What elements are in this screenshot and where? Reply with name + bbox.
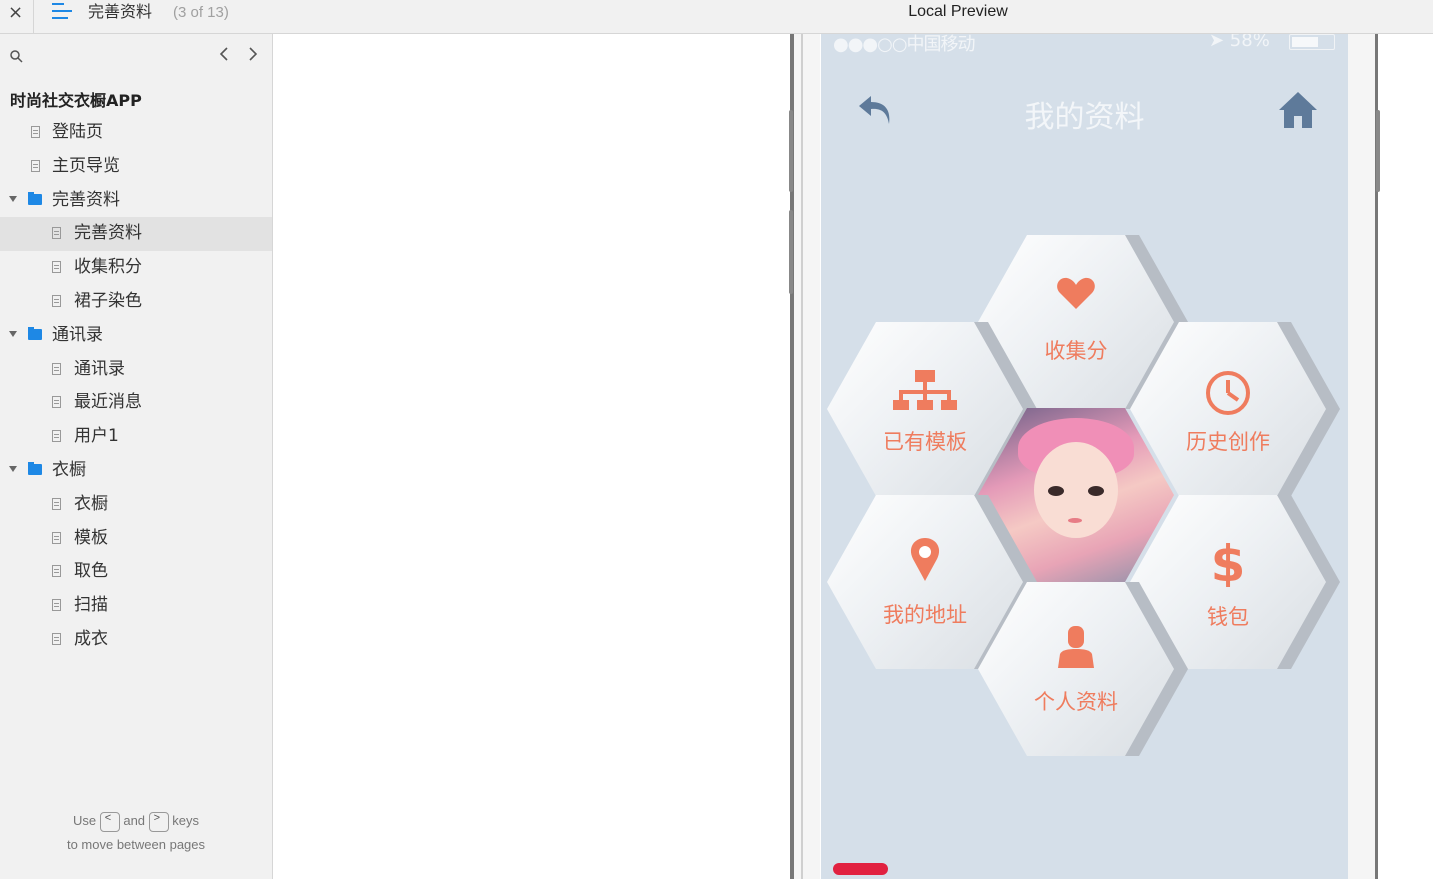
user-icon bbox=[1058, 626, 1094, 668]
search-icon[interactable] bbox=[10, 50, 23, 63]
folder-icon bbox=[28, 461, 42, 475]
menu-label: 个人资料 bbox=[1034, 690, 1118, 714]
phone-side-button bbox=[1376, 110, 1380, 192]
caret-down-icon[interactable] bbox=[9, 195, 17, 202]
tree-item-label: 最近消息 bbox=[74, 392, 142, 413]
status-bar: ●●●○○中国移动 ➤ 58% bbox=[821, 34, 1348, 55]
carrier-signal: ●●●○○中国移动 bbox=[833, 34, 976, 55]
tree-page-item[interactable]: 收集积分 bbox=[0, 251, 272, 285]
search-row bbox=[0, 34, 272, 78]
tree-item-label: 用户1 bbox=[74, 426, 119, 447]
heart-icon bbox=[1057, 277, 1095, 309]
tree-page-item[interactable]: 裙子染色 bbox=[0, 285, 272, 319]
menu-label: 已有模板 bbox=[883, 430, 967, 454]
tree-item-label: 取色 bbox=[74, 561, 108, 582]
caret-down-icon[interactable] bbox=[9, 465, 17, 472]
page-icon bbox=[52, 227, 61, 240]
menu-label: 历史创作 bbox=[1186, 430, 1270, 454]
top-toolbar: × 完善资料 (3 of 13) Local Preview bbox=[0, 0, 1433, 34]
page-indicator bbox=[833, 863, 888, 875]
tree-page-item[interactable]: 衣橱 bbox=[0, 488, 272, 522]
sitemap-icon bbox=[893, 370, 957, 410]
tree-page-item[interactable]: 成衣 bbox=[0, 623, 272, 657]
page-icon bbox=[52, 531, 61, 544]
phone-screen: ●●●○○中国移动 ➤ 58% 我的资料 收集分 已有模板 历史创作 我的地址 … bbox=[821, 34, 1348, 879]
tree-page-item[interactable]: 登陆页 bbox=[0, 116, 272, 150]
phone-bezel-left bbox=[790, 34, 820, 879]
page-icon bbox=[52, 599, 61, 612]
folder-icon bbox=[28, 191, 42, 205]
chevron-left-icon[interactable] bbox=[218, 46, 230, 62]
tree-item-label: 成衣 bbox=[74, 628, 108, 649]
page-icon bbox=[31, 159, 40, 172]
tree-item-label: 扫描 bbox=[74, 595, 108, 616]
project-title: 时尚社交衣橱APP bbox=[10, 91, 142, 110]
tree-item-label: 衣橱 bbox=[52, 459, 86, 480]
phone-side-button bbox=[789, 210, 793, 294]
tree-item-label: 衣橱 bbox=[74, 493, 108, 514]
map-pin-icon bbox=[910, 538, 940, 581]
dollar-icon: $ bbox=[1211, 535, 1246, 587]
tree-item-label: 主页导览 bbox=[52, 155, 120, 176]
preview-title: Local Preview bbox=[908, 3, 1008, 20]
tree-page-item[interactable]: 最近消息 bbox=[0, 386, 272, 420]
tree-page-item[interactable]: 扫描 bbox=[0, 589, 272, 623]
hint-text: and bbox=[123, 813, 146, 828]
tree-item-label: 登陆页 bbox=[52, 122, 103, 142]
tree-page-item-selected[interactable]: 完善资料 bbox=[0, 217, 272, 252]
page-icon bbox=[52, 362, 61, 375]
page-icon bbox=[52, 632, 61, 645]
phone-bezel-right bbox=[1348, 34, 1378, 879]
tree-item-label: 通讯录 bbox=[74, 358, 125, 379]
hint-text: to move between pages bbox=[66, 837, 206, 852]
hint-text: keys bbox=[172, 813, 200, 828]
tree-item-label: 收集积分 bbox=[74, 257, 142, 278]
tree-page-item[interactable]: 用户1 bbox=[0, 420, 272, 454]
svg-text:$: $ bbox=[1211, 535, 1246, 587]
clock-icon bbox=[1206, 371, 1250, 415]
hex-profile[interactable]: 个人资料 bbox=[978, 582, 1188, 756]
tree-item-label: 模板 bbox=[74, 527, 108, 548]
page-icon bbox=[52, 565, 61, 578]
page-tree: 登陆页 主页导览 完善资料 完善资料 收集积分 裙子染色 通讯录 通讯录 最近消… bbox=[0, 116, 272, 657]
hint-text: Use bbox=[72, 813, 97, 828]
key-next-icon: > bbox=[148, 811, 169, 832]
tree-page-item[interactable]: 模板 bbox=[0, 522, 272, 556]
page-icon bbox=[52, 261, 61, 274]
tree-folder-item[interactable]: 完善资料 bbox=[0, 184, 272, 218]
caret-down-icon[interactable] bbox=[9, 330, 17, 337]
folder-icon bbox=[28, 326, 42, 340]
phone-side-button bbox=[789, 110, 793, 192]
battery-icon bbox=[1289, 34, 1335, 50]
tree-page-item[interactable]: 主页导览 bbox=[0, 150, 272, 184]
tree-page-item[interactable]: 通讯录 bbox=[0, 353, 272, 387]
tree-item-label: 完善资料 bbox=[74, 223, 142, 244]
page-icon bbox=[52, 294, 61, 307]
key-prev-icon: < bbox=[99, 811, 120, 832]
battery-percent: ➤ 58% bbox=[1209, 34, 1270, 51]
page-icon bbox=[52, 497, 61, 510]
tree-folder-item[interactable]: 通讯录 bbox=[0, 319, 272, 353]
tree-page-item[interactable]: 取色 bbox=[0, 555, 272, 589]
page-icon bbox=[52, 430, 61, 443]
sidebar: 时尚社交衣橱APP 登陆页 主页导览 完善资料 完善资料 收集积分 裙子染色 通… bbox=[0, 34, 273, 879]
tree-item-label: 裙子染色 bbox=[74, 290, 142, 311]
tree-folder-item[interactable]: 衣橱 bbox=[0, 454, 272, 488]
page-icon bbox=[52, 396, 61, 409]
chevron-right-icon[interactable] bbox=[247, 46, 259, 62]
home-icon[interactable] bbox=[1277, 90, 1319, 130]
page-icon bbox=[31, 126, 40, 138]
app-title: 我的资料 bbox=[1024, 100, 1145, 135]
keyboard-hint: Use < and > keys to move between pages bbox=[0, 809, 272, 857]
tree-item-label: 通讯录 bbox=[52, 324, 103, 345]
tree-item-label: 完善资料 bbox=[52, 189, 120, 210]
